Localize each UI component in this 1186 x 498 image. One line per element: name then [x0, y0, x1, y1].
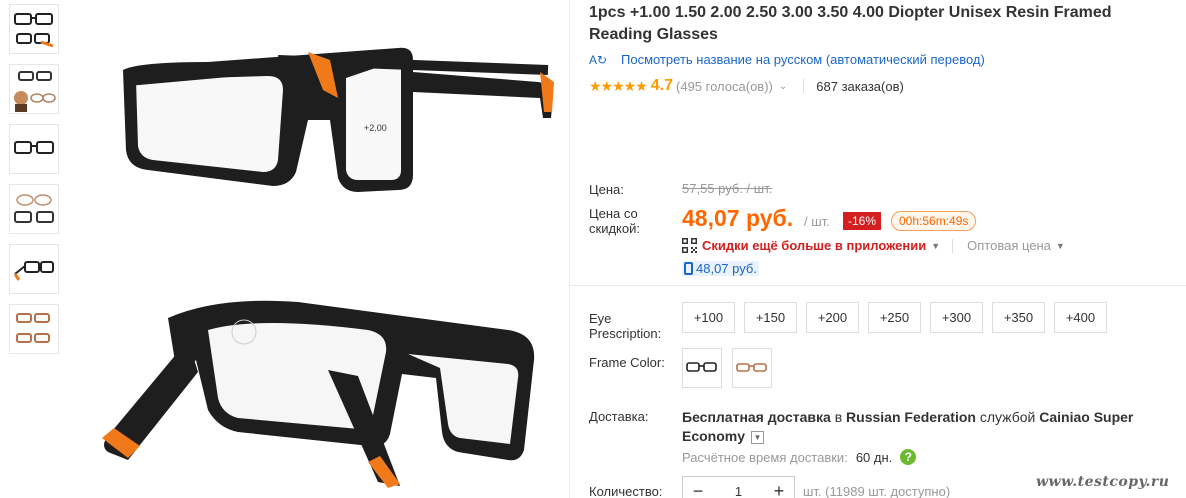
- quantity-stepper: − 1 +: [682, 476, 795, 498]
- votes-link[interactable]: (495 голоса(ов)): [676, 79, 773, 94]
- plus-button[interactable]: +: [764, 481, 794, 498]
- star-rating-icon: ★★★★★: [589, 77, 648, 94]
- mobile-price[interactable]: 48,07 руб.: [682, 261, 759, 276]
- per-unit: / шт.: [804, 214, 830, 229]
- option-150[interactable]: +150: [744, 302, 797, 333]
- option-350[interactable]: +350: [992, 302, 1045, 333]
- quantity-label: Количество:: [589, 484, 663, 498]
- minus-button[interactable]: −: [683, 481, 713, 498]
- product-info: 1pcs +1.00 1.50 2.00 2.50 3.00 3.50 4.00…: [589, 0, 1179, 94]
- thumbnail-4[interactable]: [9, 184, 59, 234]
- option-250[interactable]: +250: [868, 302, 921, 333]
- option-200[interactable]: +200: [806, 302, 859, 333]
- thumbnail-list: [9, 4, 59, 364]
- frame-color-options: [682, 348, 772, 388]
- separator: [952, 238, 954, 253]
- translate-icon: A↻: [589, 52, 608, 67]
- wholesale-price-link[interactable]: Оптовая цена: [967, 238, 1051, 253]
- product-title: 1pcs +1.00 1.50 2.00 2.50 3.00 3.50 4.00…: [589, 4, 1112, 43]
- option-100[interactable]: +100: [682, 302, 735, 333]
- chevron-down-icon[interactable]: ⌄: [779, 81, 787, 92]
- app-deal[interactable]: Скидки ещё больше в приложении ▼ Оптовая…: [682, 238, 1065, 253]
- countdown-timer: 00h:56m:49s: [891, 211, 977, 231]
- discount-price-label: Цена со скидкой:: [589, 206, 640, 236]
- discount-price: 48,07 руб.: [682, 205, 794, 231]
- old-price: 57,55 руб. / шт.: [682, 181, 773, 196]
- eta-label: Расчётное время доставки:: [682, 449, 848, 465]
- option-400[interactable]: +400: [1054, 302, 1107, 333]
- qr-code-icon: [682, 238, 697, 253]
- column-divider: [569, 0, 570, 498]
- caret-down-icon[interactable]: ▼: [1056, 241, 1065, 251]
- thumbnail-6[interactable]: [9, 304, 59, 354]
- phone-icon: [684, 262, 693, 275]
- discount-badge: -16%: [843, 212, 882, 230]
- rating-bar: ★★★★★ 4.7 (495 голоса(ов)) ⌄ 687 заказа(…: [589, 77, 904, 95]
- glasses-back-view: [102, 300, 535, 488]
- delivery-eta: Расчётное время доставки: 60 дн. ?: [682, 449, 917, 465]
- option-300[interactable]: +300: [930, 302, 983, 333]
- delivery-label: Доставка:: [589, 409, 649, 424]
- quantity-input[interactable]: 1: [713, 484, 764, 498]
- eye-prescription-options: +100 +150 +200 +250 +300 +350 +400: [682, 302, 1107, 333]
- thumbnail-1[interactable]: [9, 4, 59, 54]
- chevron-down-icon[interactable]: ▼: [750, 430, 764, 444]
- glasses-front-view: +2.00: [123, 47, 554, 192]
- main-product-image[interactable]: +2.00: [68, 0, 568, 498]
- section-divider: [569, 285, 1186, 286]
- eta-value: 60 дн.: [855, 449, 893, 465]
- thumbnail-5[interactable]: [9, 244, 59, 294]
- lens-label: +2.00: [364, 123, 387, 133]
- thumbnail-3[interactable]: [9, 124, 59, 174]
- orders-count: 687 заказа(ов): [816, 78, 904, 94]
- watermark: www.testcopy.ru: [1036, 474, 1170, 490]
- color-black[interactable]: [682, 348, 722, 388]
- color-brown[interactable]: [732, 348, 772, 388]
- app-deal-link[interactable]: Скидки ещё больше в приложении: [702, 238, 926, 253]
- rating-value: 4.7: [650, 77, 674, 94]
- delivery-info: Бесплатная доставка в Russian Federation…: [682, 409, 1134, 444]
- separator: [803, 79, 805, 93]
- free-shipping: Бесплатная доставка: [682, 409, 831, 425]
- frame-color-label: Frame Color:: [589, 355, 665, 370]
- thumbnail-2[interactable]: [9, 64, 59, 114]
- help-icon[interactable]: ?: [900, 449, 917, 465]
- price-label: Цена:: [589, 182, 624, 197]
- caret-down-icon[interactable]: ▼: [931, 241, 940, 251]
- translate-link[interactable]: A↻ Посмотреть название на русском (автом…: [589, 52, 985, 67]
- translate-link-text[interactable]: Посмотреть название на русском (автомати…: [621, 52, 985, 67]
- eye-prescription-label: Eye Prescription:: [589, 311, 662, 341]
- mobile-price-value: 48,07 руб.: [696, 261, 757, 276]
- stock-available: шт. (11989 шт. доступно): [803, 484, 951, 498]
- destination: Russian Federation: [846, 409, 976, 425]
